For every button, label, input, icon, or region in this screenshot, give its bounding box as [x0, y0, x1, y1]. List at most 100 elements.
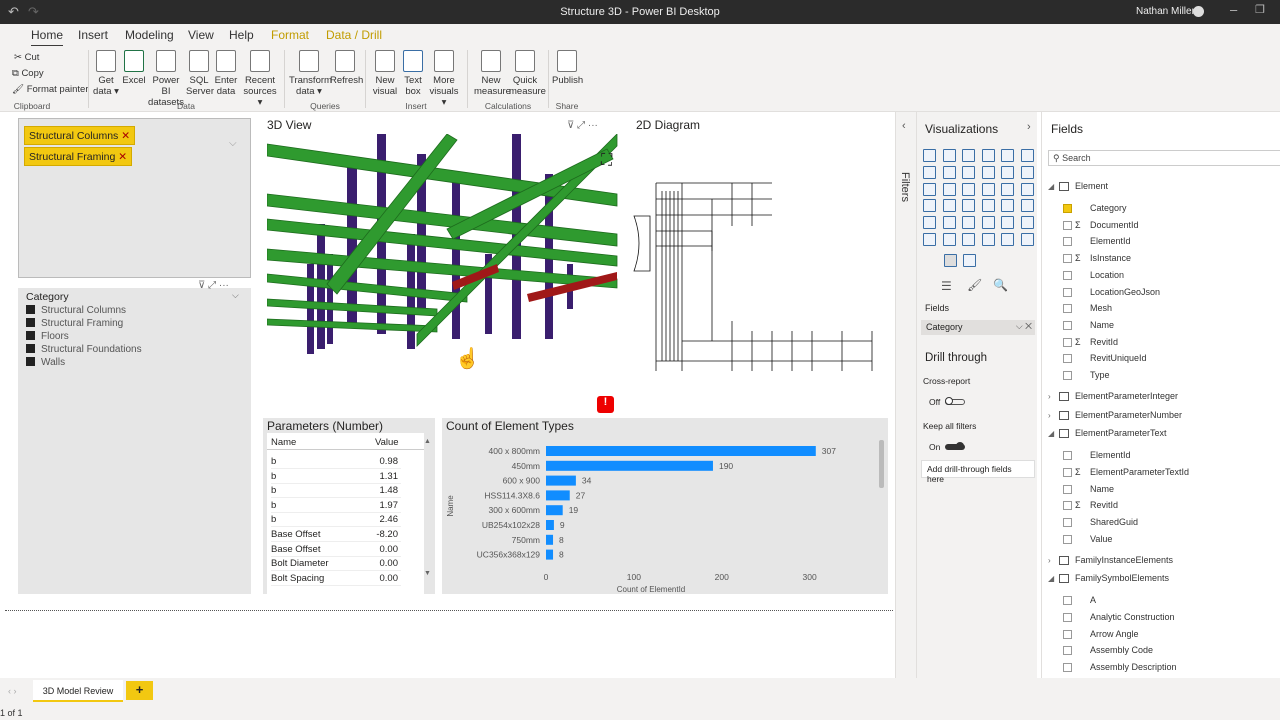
- diagram-2d[interactable]: 2D Diagram: [632, 116, 887, 412]
- python-visual-icon[interactable]: [1020, 216, 1034, 230]
- field-name[interactable]: LocationGeoJson: [1090, 287, 1160, 297]
- visual-header-icons[interactable]: ⊽ ⤢ ···: [567, 120, 598, 131]
- gauge-icon[interactable]: [981, 199, 995, 213]
- field-checkbox[interactable]: [1063, 371, 1072, 380]
- field-name[interactable]: IsInstance: [1090, 253, 1131, 263]
- decomposition-icon[interactable]: [942, 233, 956, 246]
- 100-column-icon[interactable]: [1020, 149, 1034, 162]
- excel-button[interactable]: Excel: [121, 50, 147, 86]
- field-checkbox[interactable]: [1063, 468, 1072, 477]
- legend-item[interactable]: Walls: [26, 357, 65, 368]
- refresh-button[interactable]: Refresh: [330, 50, 363, 86]
- fullscreen-icon[interactable]: ⛶: [601, 152, 612, 170]
- slicer-icon[interactable]: [942, 216, 956, 230]
- field-checkbox[interactable]: [1063, 596, 1072, 606]
- legend-item[interactable]: Structural Foundations: [26, 344, 142, 355]
- chip-structural-framing[interactable]: Structural Framing ✕: [24, 147, 133, 166]
- expand-icon[interactable]: ◢: [1048, 429, 1054, 438]
- analytics-icon[interactable]: 🔍: [993, 278, 1008, 292]
- copy-button[interactable]: ⧉ Copy: [12, 68, 44, 79]
- field-checkbox[interactable]: [1063, 237, 1072, 247]
- stacked-area-icon[interactable]: [962, 165, 975, 179]
- field-name[interactable]: Assembly Description: [1090, 662, 1177, 672]
- format-painter-button[interactable]: 🖌 Format painter: [12, 84, 88, 95]
- field-checkbox[interactable]: [1063, 451, 1072, 461]
- bar[interactable]: [546, 520, 554, 530]
- table-name[interactable]: ElementParameterText: [1075, 428, 1167, 438]
- field-checkbox[interactable]: [1063, 354, 1072, 364]
- card-icon[interactable]: [1001, 199, 1014, 213]
- clustered-bar-icon[interactable]: [962, 149, 975, 162]
- legend-item[interactable]: Structural Framing: [26, 318, 123, 329]
- tab-insert[interactable]: Insert: [78, 28, 108, 42]
- view-3d[interactable]: 3D View ⊽ ⤢ ··· ⛶ ☝ !: [263, 116, 620, 413]
- field-name[interactable]: Location: [1090, 270, 1124, 280]
- field-name[interactable]: Mesh: [1090, 303, 1112, 313]
- warning-icon[interactable]: !: [597, 396, 614, 413]
- field-name[interactable]: ElementParameterTextId: [1090, 467, 1189, 477]
- tab-help[interactable]: Help: [229, 28, 254, 42]
- field-checkbox[interactable]: [1063, 484, 1072, 494]
- tab-format[interactable]: Format: [271, 28, 309, 42]
- table-name[interactable]: ElementParameterInteger: [1075, 391, 1178, 401]
- avatar[interactable]: [1193, 6, 1204, 17]
- add-page-button[interactable]: +: [126, 681, 153, 700]
- cross-report-toggle[interactable]: [945, 397, 965, 405]
- recent-sources-button[interactable]: Recent sources ▾: [240, 50, 280, 108]
- scroll-down-icon[interactable]: ▼: [424, 570, 431, 577]
- new-measure-button[interactable]: New measure: [474, 50, 511, 97]
- kpi-icon[interactable]: [923, 216, 936, 230]
- matrix-icon[interactable]: [981, 216, 995, 230]
- field-checkbox[interactable]: [1063, 204, 1072, 213]
- field-checkbox[interactable]: [1063, 646, 1072, 656]
- quick-measure-button[interactable]: Quick measure: [509, 50, 546, 97]
- field-checkbox[interactable]: [1063, 337, 1072, 347]
- scroll-up-icon[interactable]: ▲: [424, 438, 431, 445]
- ribbon-icon[interactable]: [1020, 165, 1034, 179]
- expand-icon[interactable]: ›: [1048, 556, 1051, 565]
- model-3d-render[interactable]: [267, 134, 619, 354]
- text-box-button[interactable]: Text box: [400, 50, 426, 97]
- filters-label[interactable]: Filters: [899, 172, 911, 202]
- format-paint-icon[interactable]: 🖌: [967, 278, 982, 292]
- legend-item[interactable]: Floors: [26, 331, 69, 342]
- field-name[interactable]: Category: [1090, 203, 1127, 213]
- page-tab[interactable]: 3D Model Review: [33, 680, 123, 702]
- clustered-column-icon[interactable]: [981, 149, 995, 162]
- qa-icon[interactable]: [962, 233, 975, 246]
- minimize-icon[interactable]: –: [1230, 2, 1237, 17]
- field-checkbox[interactable]: [1063, 304, 1072, 314]
- pie-icon[interactable]: [981, 182, 995, 196]
- r-visual-icon[interactable]: [1001, 216, 1014, 230]
- key-influencers-icon[interactable]: [923, 233, 936, 246]
- field-name[interactable]: Assembly Code: [1090, 645, 1153, 655]
- expand-icon[interactable]: ›: [1048, 392, 1051, 401]
- expand-icon[interactable]: ◢: [1048, 182, 1054, 191]
- restore-icon[interactable]: ❐: [1255, 3, 1265, 16]
- get-data-button[interactable]: Get data ▾: [92, 50, 120, 97]
- field-name[interactable]: Analytic Construction: [1090, 612, 1175, 622]
- expand-icon[interactable]: ›: [1048, 411, 1051, 420]
- donut-icon[interactable]: [1001, 182, 1014, 196]
- shape-map-icon[interactable]: [962, 199, 975, 213]
- col-header-value[interactable]: Value: [375, 437, 399, 448]
- field-checkbox[interactable]: [1063, 220, 1072, 230]
- field-name[interactable]: Arrow Angle: [1090, 629, 1139, 639]
- tab-data-drill[interactable]: Data / Drill: [326, 28, 382, 42]
- field-checkbox[interactable]: [1063, 287, 1072, 297]
- line-column-icon[interactable]: [981, 165, 995, 179]
- more-visuals-button[interactable]: More visuals ▾: [427, 50, 461, 108]
- fields-tab-icon[interactable]: ☰: [941, 279, 952, 293]
- filters-pane-collapsed[interactable]: ‹ Filters: [895, 112, 916, 702]
- field-checkbox[interactable]: [1063, 613, 1072, 622]
- sql-server-button[interactable]: SQL Server: [186, 50, 214, 97]
- category-slicer[interactable]: Structural Columns ✕ Structural Framing …: [18, 118, 251, 278]
- narrative-icon[interactable]: [981, 233, 995, 246]
- chart-scrollbar[interactable]: [879, 440, 884, 488]
- stacked-column-icon[interactable]: [942, 149, 956, 162]
- table-name[interactable]: FamilySymbolElements: [1075, 573, 1169, 583]
- waterfall-icon[interactable]: [923, 182, 936, 196]
- field-name[interactable]: RevitUniqueId: [1090, 353, 1147, 363]
- filled-map-icon[interactable]: [942, 199, 956, 213]
- funnel-icon[interactable]: [942, 182, 956, 196]
